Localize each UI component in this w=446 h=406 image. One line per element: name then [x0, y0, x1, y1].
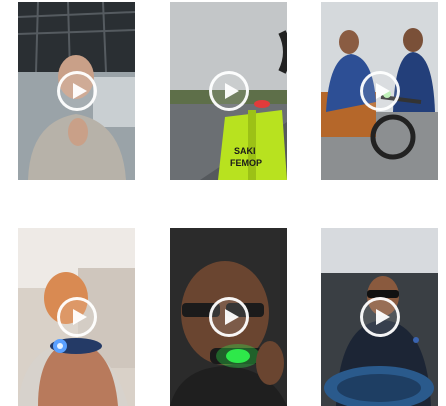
video-thumbnail-1[interactable]: [18, 2, 135, 180]
video-thumbnail-4[interactable]: [18, 228, 135, 406]
video-thumbnail-2[interactable]: SAKI FEMOP: [170, 2, 287, 180]
play-circle-icon[interactable]: [359, 297, 400, 337]
play-circle-icon[interactable]: [56, 297, 97, 337]
video-thumbnail-6[interactable]: [321, 228, 438, 406]
play-circle-icon[interactable]: [56, 71, 97, 111]
play-circle-icon[interactable]: [208, 71, 249, 111]
play-circle-icon[interactable]: [359, 71, 400, 111]
svg-text:SAKI: SAKI: [234, 146, 256, 156]
play-circle-icon[interactable]: [208, 297, 249, 337]
video-thumbnail-3[interactable]: [321, 2, 438, 180]
video-thumbnail-5[interactable]: [170, 228, 287, 406]
svg-text:FEMOP: FEMOP: [230, 158, 262, 168]
